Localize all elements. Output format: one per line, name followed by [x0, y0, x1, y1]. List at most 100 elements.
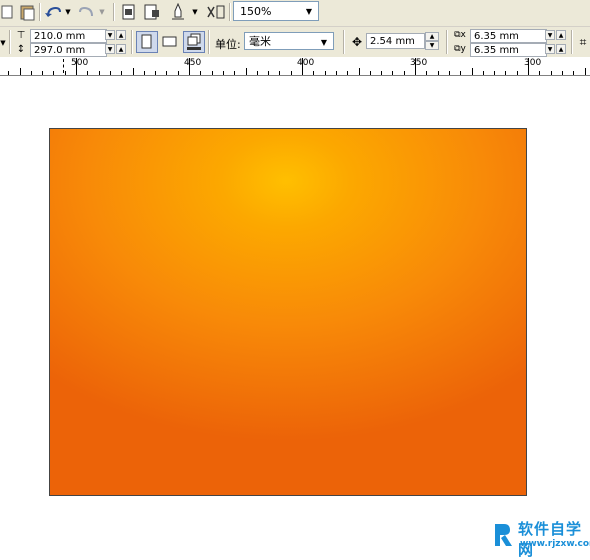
all-pages-button[interactable] [183, 31, 205, 53]
ruler-tick [8, 71, 9, 75]
dup-y-spin-down[interactable]: ▼ [545, 44, 555, 54]
zoom-level-select[interactable]: 150% ▼ [233, 1, 319, 21]
separator [571, 30, 573, 54]
ruler-tick [494, 71, 495, 75]
units-select[interactable]: 毫米 ▼ [244, 32, 334, 50]
dup-x-spin-down[interactable]: ▼ [545, 30, 555, 40]
separator [39, 3, 41, 21]
width-spin-down[interactable]: ▼ [105, 30, 115, 40]
nudge-icon: ✥ [351, 35, 363, 49]
nudge-distance-field[interactable]: 2.54 mm [366, 33, 425, 49]
horizontal-ruler[interactable]: 500 450 400 350 300 [0, 57, 590, 76]
nudge-spin-down[interactable]: ▼ [425, 41, 439, 50]
page-width-value: 210.0 mm [34, 30, 86, 42]
standard-toolbar: ▼ ▼ ▼ 150% ▼ [0, 0, 590, 27]
duplicate-y-field[interactable]: 6.35 mm [470, 43, 547, 57]
width-icon: ⊤ [16, 29, 26, 41]
portrait-button[interactable] [136, 31, 158, 53]
page-width-field[interactable]: 210.0 mm [30, 29, 107, 43]
ruler-tick [528, 58, 529, 75]
duplicate-y-value: 6.35 mm [474, 44, 519, 56]
ruler-tick [460, 71, 461, 75]
drawing-page-rectangle[interactable] [49, 128, 527, 496]
rj-logo-icon [495, 524, 512, 546]
ruler-tick [585, 68, 586, 75]
ruler-tick [87, 71, 88, 75]
import-icon[interactable] [119, 2, 139, 22]
duplicate-y-icon: ⧉y [454, 44, 466, 54]
ruler-tick [110, 71, 111, 75]
ruler-tick [234, 71, 235, 75]
ruler-tick [279, 71, 280, 75]
ruler-tick [200, 71, 201, 75]
ruler-tick [370, 71, 371, 75]
ruler-tick [325, 71, 326, 75]
ruler-label: 300 [524, 58, 542, 68]
launcher-dropdown-icon[interactable]: ▼ [190, 2, 200, 22]
copy-icon[interactable] [0, 2, 14, 22]
page-height-value: 297.0 mm [34, 44, 86, 56]
dup-y-spin-up[interactable]: ▲ [556, 44, 566, 54]
units-value: 毫米 [249, 35, 271, 48]
ruler-tick [189, 58, 190, 75]
ruler-tick [291, 71, 292, 75]
ruler-tick [99, 71, 100, 75]
undo-icon[interactable] [43, 2, 63, 22]
ruler-label: 400 [297, 58, 315, 68]
dup-x-spin-up[interactable]: ▲ [556, 30, 566, 40]
ruler-tick [144, 71, 145, 75]
snap-to-grid-icon[interactable]: ⌗ [576, 32, 590, 52]
separator [9, 30, 11, 54]
undo-dropdown-icon[interactable]: ▼ [63, 2, 73, 22]
separator [113, 3, 115, 21]
redo-dropdown-icon[interactable]: ▼ [97, 2, 107, 22]
ruler-tick [381, 71, 382, 75]
page-height-field[interactable]: 297.0 mm [30, 43, 107, 57]
watermark-url: www.rjzxw.com [520, 539, 590, 549]
ruler-tick [42, 71, 43, 75]
ruler-tick [155, 71, 156, 75]
ruler-tick [438, 71, 439, 75]
ruler-tick [347, 71, 348, 75]
duplicate-x-field[interactable]: 6.35 mm [470, 29, 547, 43]
ruler-tick [268, 71, 269, 75]
ruler-tick [392, 71, 393, 75]
height-spin-up[interactable]: ▲ [116, 44, 126, 54]
chevron-down-icon[interactable]: ▼ [317, 35, 331, 49]
application-launcher-icon[interactable] [168, 2, 188, 22]
width-spin-up[interactable]: ▲ [116, 30, 126, 40]
separator [229, 3, 231, 21]
height-spin-down[interactable]: ▼ [105, 44, 115, 54]
chevron-down-icon[interactable]: ▼ [302, 4, 316, 18]
ruler-tick [53, 71, 54, 75]
welcome-screen-icon[interactable] [205, 2, 227, 22]
duplicate-x-icon: ⧉x [454, 30, 466, 40]
paste-icon[interactable] [17, 2, 37, 22]
ruler-tick [517, 71, 518, 75]
ruler-tick [121, 71, 122, 75]
ruler-tick [212, 71, 213, 75]
ruler-tick [562, 71, 563, 75]
ruler-tick [573, 71, 574, 75]
watermark-logo: 软件自学网 www.rjzxw.com [492, 518, 590, 559]
ruler-tick [426, 71, 427, 75]
nudge-distance-value: 2.54 mm [370, 35, 415, 47]
ruler-tick [302, 58, 303, 75]
ruler-tick [166, 71, 167, 75]
redo-icon[interactable] [77, 2, 97, 22]
ruler-tick [336, 71, 337, 75]
duplicate-x-value: 6.35 mm [474, 30, 519, 42]
ruler-tick [505, 71, 506, 75]
ruler-tick [133, 68, 134, 75]
ruler-tick [449, 71, 450, 75]
ruler-tick [246, 68, 247, 75]
nudge-spin-up[interactable]: ▲ [425, 32, 439, 41]
height-icon: ↕ [16, 43, 26, 55]
ruler-tick [415, 58, 416, 75]
ruler-tick [359, 68, 360, 75]
ruler-tick [404, 71, 405, 75]
page-size-dropdown-icon[interactable]: ▼ [0, 33, 6, 53]
ruler-tick [178, 71, 179, 75]
landscape-button[interactable] [159, 31, 181, 53]
export-icon[interactable] [142, 2, 162, 22]
